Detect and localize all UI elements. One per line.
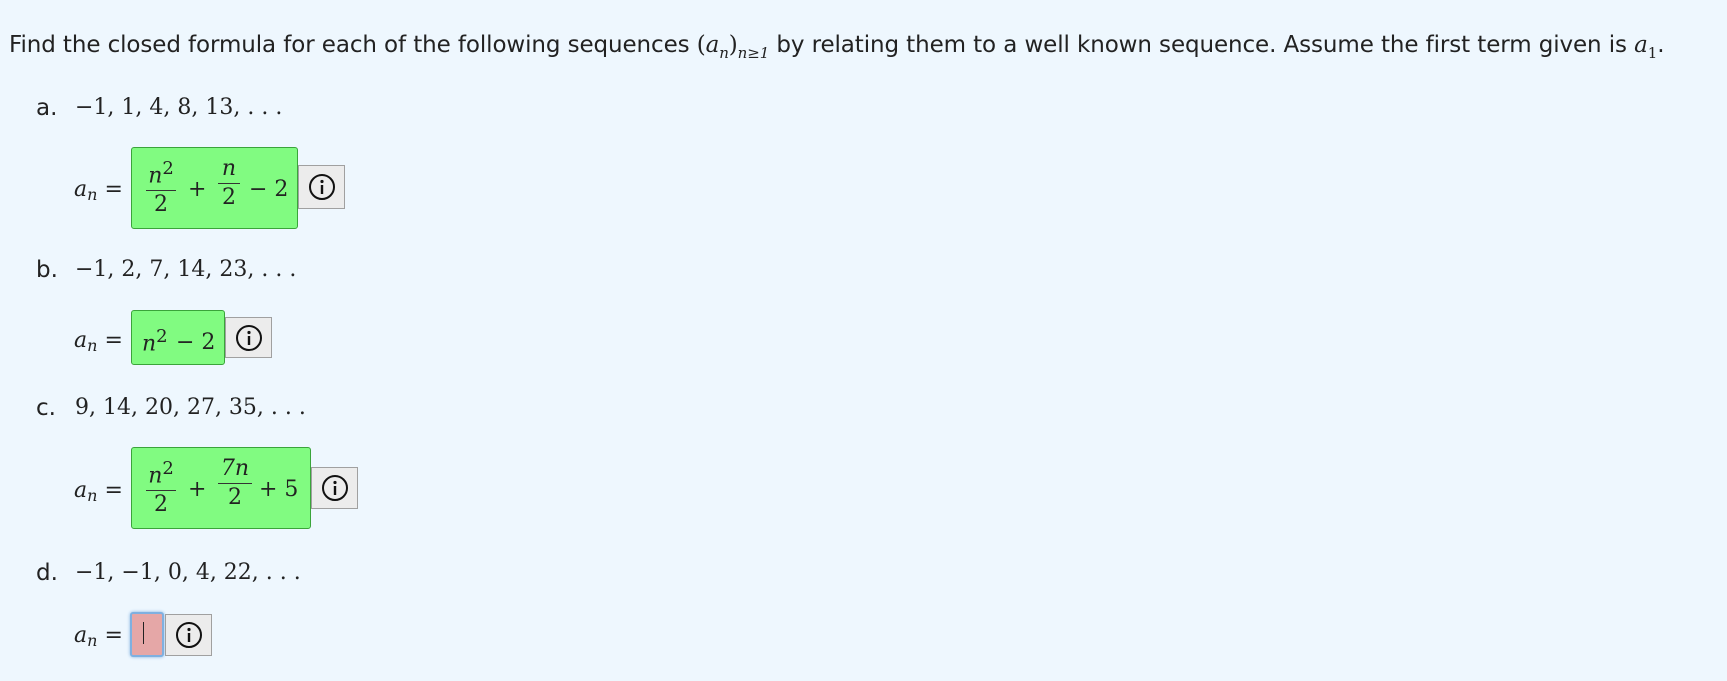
part-c-plus: + xyxy=(188,477,207,502)
part-a-frac-n-over-2: n 2 xyxy=(218,156,240,211)
part-c-frac-n2-over-2: n2 2 xyxy=(146,456,176,518)
prompt-seq-open: ( xyxy=(696,32,706,58)
lhs-sub: n xyxy=(87,486,98,505)
part-a-tail: − 2 xyxy=(249,177,289,202)
part-b-answer-field[interactable]: n2 − 2 xyxy=(131,310,225,365)
fraction-bar xyxy=(146,190,176,192)
info-circle-icon xyxy=(308,174,335,200)
lhs-var: a xyxy=(74,623,88,648)
lhs-sub: n xyxy=(87,631,98,650)
info-circle-icon xyxy=(321,475,348,501)
lhs-var: a xyxy=(74,478,88,503)
prompt-first-term: a xyxy=(1634,32,1648,58)
part-a-sequence: −1, 1, 4, 8, 13, . . . xyxy=(75,95,283,120)
info-circle-icon xyxy=(175,622,202,648)
part-c-info-button[interactable] xyxy=(311,467,358,509)
part-d-answer-field[interactable] xyxy=(130,612,164,657)
info-circle-icon xyxy=(235,324,262,351)
part-b-lhs: an = xyxy=(74,328,123,355)
frac-num: 7n xyxy=(220,456,250,481)
frac-den: 2 xyxy=(154,192,168,218)
part-a-plus: + xyxy=(188,177,207,202)
lhs-equals: = xyxy=(104,478,123,503)
lhs-equals: = xyxy=(104,328,123,353)
part-d-label: d. xyxy=(36,560,58,586)
part-d-lhs: an = xyxy=(74,623,123,650)
text-cursor xyxy=(143,622,144,644)
prompt-text-middle: by relating them to a well known sequenc… xyxy=(769,32,1635,58)
part-b-tail: − 2 xyxy=(176,330,216,355)
lhs-var: a xyxy=(74,328,88,353)
frac-num: n xyxy=(221,156,237,181)
part-a-answer-field[interactable]: n2 2 + n 2 − 2 xyxy=(131,147,298,229)
part-c-sequence: 9, 14, 20, 27, 35, . . . xyxy=(75,395,306,420)
frac-num: n xyxy=(148,463,163,489)
frac-den: 2 xyxy=(154,492,168,518)
part-d-sequence: −1, −1, 0, 4, 22, . . . xyxy=(75,560,301,585)
part-c-frac-7n-over-2: 7n 2 xyxy=(218,456,252,511)
prompt-text-before: Find the closed formula for each of the … xyxy=(9,32,697,58)
fraction-bar xyxy=(218,183,240,184)
part-c-lhs: an = xyxy=(74,478,123,505)
part-a-label: a. xyxy=(36,95,58,121)
part-a-frac-n2-over-2: n2 2 xyxy=(146,156,176,218)
part-b-exp: 2 xyxy=(156,326,168,347)
part-c-answer-field[interactable]: n2 2 + 7n 2 + 5 xyxy=(131,447,311,529)
prompt-seq-close: ) xyxy=(728,32,738,58)
prompt-seq-index: n≥1 xyxy=(737,44,770,62)
part-b-sequence: −1, 2, 7, 14, 23, . . . xyxy=(75,257,297,282)
prompt-seq-var: a xyxy=(705,32,720,58)
frac-exp: 2 xyxy=(162,458,174,479)
fraction-bar xyxy=(218,483,252,484)
frac-den: 2 xyxy=(222,185,236,210)
lhs-sub: n xyxy=(87,185,98,204)
part-b-base: n xyxy=(142,331,157,357)
fraction-bar xyxy=(146,490,176,492)
lhs-equals: = xyxy=(104,177,123,202)
part-c-label: c. xyxy=(36,395,56,421)
part-d-info-button[interactable] xyxy=(165,614,212,656)
frac-exp: 2 xyxy=(162,158,174,179)
lhs-sub: n xyxy=(87,336,98,355)
part-c-tail: + 5 xyxy=(259,477,299,502)
frac-den: 2 xyxy=(228,485,242,510)
part-a-lhs: an = xyxy=(74,177,123,204)
part-b-info-button[interactable] xyxy=(225,317,272,358)
frac-num: n xyxy=(148,163,163,189)
question-prompt: Find the closed formula for each of the … xyxy=(9,32,1665,62)
part-b-label: b. xyxy=(36,257,58,283)
prompt-text-end: . xyxy=(1657,32,1665,58)
prompt-first-term-sub: 1 xyxy=(1647,44,1658,62)
prompt-seq-var-sub: n xyxy=(719,44,729,62)
lhs-equals: = xyxy=(104,623,123,648)
part-a-info-button[interactable] xyxy=(298,165,345,209)
lhs-var: a xyxy=(74,177,88,202)
